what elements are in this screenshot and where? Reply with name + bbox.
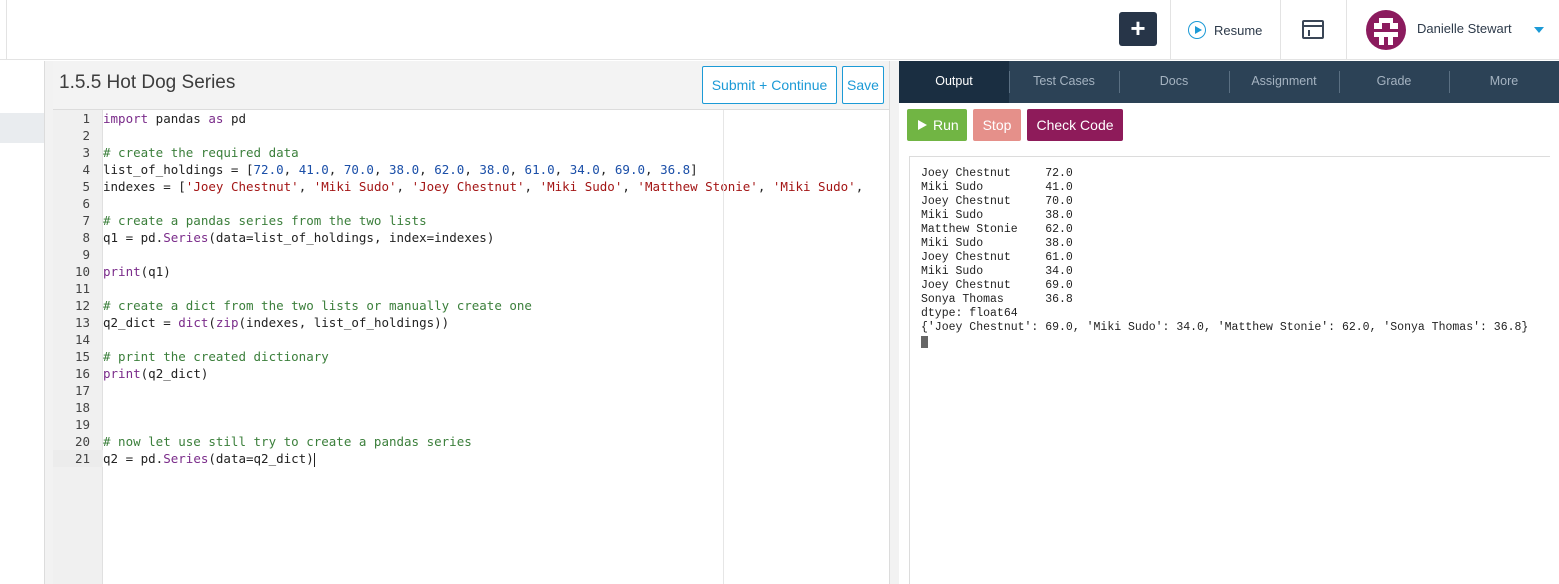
top-bar-divider bbox=[6, 0, 7, 60]
code-line[interactable]: import pandas as pd bbox=[103, 110, 246, 127]
line-number: 2 bbox=[82, 128, 90, 143]
user-name[interactable]: Danielle Stewart bbox=[1417, 21, 1512, 36]
line-number: 12 bbox=[74, 298, 90, 313]
code-line[interactable]: q2 = pd.Series(data=q2_dict) bbox=[103, 450, 315, 467]
play-icon bbox=[918, 120, 927, 130]
console-line: Miki Sudo 41.0 bbox=[921, 181, 1073, 194]
text-cursor bbox=[313, 452, 315, 467]
check-code-button[interactable]: Check Code bbox=[1027, 109, 1123, 141]
console-line: Joey Chestnut 70.0 bbox=[921, 195, 1073, 208]
line-number: 16 bbox=[74, 366, 90, 381]
output-console[interactable]: Joey Chestnut 72.0 Miki Sudo 41.0 Joey C… bbox=[909, 156, 1550, 584]
tab-output[interactable]: Output bbox=[899, 61, 1009, 103]
window-icon[interactable] bbox=[1302, 20, 1324, 39]
add-button[interactable]: + bbox=[1119, 12, 1157, 46]
line-number: 9 bbox=[82, 247, 90, 262]
top-bar: + Resume Danielle Stewart bbox=[0, 0, 1559, 60]
console-line: Joey Chestnut 69.0 bbox=[921, 279, 1073, 292]
save-button[interactable]: Save bbox=[842, 66, 884, 104]
line-number: 14 bbox=[74, 332, 90, 347]
line-number: 8 bbox=[82, 230, 90, 245]
avatar[interactable] bbox=[1366, 10, 1406, 50]
tab-assignment[interactable]: Assignment bbox=[1229, 61, 1339, 103]
top-bar-separator bbox=[1346, 0, 1347, 60]
page-title: 1.5.5 Hot Dog Series bbox=[59, 72, 236, 93]
line-number: 18 bbox=[74, 400, 90, 415]
code-line[interactable]: print(q1) bbox=[103, 263, 171, 280]
stop-button[interactable]: Stop bbox=[973, 109, 1021, 141]
print-margin bbox=[723, 110, 724, 584]
tab-more[interactable]: More bbox=[1449, 61, 1559, 103]
code-line[interactable]: # create a dict from the two lists or ma… bbox=[103, 297, 532, 314]
line-number: 10 bbox=[74, 264, 90, 279]
play-circle-icon bbox=[1188, 21, 1206, 39]
tab-test-cases[interactable]: Test Cases bbox=[1009, 61, 1119, 103]
console-line: Joey Chestnut 61.0 bbox=[921, 251, 1073, 264]
code-line[interactable]: # now let use still try to create a pand… bbox=[103, 433, 472, 450]
resume-button[interactable]: Resume bbox=[1188, 20, 1262, 40]
line-number: 20 bbox=[74, 434, 90, 449]
code-line[interactable]: q1 = pd.Series(data=list_of_holdings, in… bbox=[103, 229, 494, 246]
editor-header: 1.5.5 Hot Dog Series Submit + Continue S… bbox=[53, 61, 889, 110]
console-line: Miki Sudo 34.0 bbox=[921, 265, 1073, 278]
console-line: Miki Sudo 38.0 bbox=[921, 237, 1073, 250]
code-line[interactable]: # create a pandas series from the two li… bbox=[103, 212, 427, 229]
code-line[interactable]: print(q2_dict) bbox=[103, 365, 208, 382]
sidebar-gap bbox=[45, 61, 53, 584]
tab-docs[interactable]: Docs bbox=[1119, 61, 1229, 103]
panel-divider[interactable] bbox=[889, 61, 899, 584]
line-number: 5 bbox=[82, 179, 90, 194]
line-number: 17 bbox=[74, 383, 90, 398]
line-number: 15 bbox=[74, 349, 90, 364]
code-line[interactable]: # create the required data bbox=[103, 144, 299, 161]
console-line: Sonya Thomas 36.8 bbox=[921, 293, 1073, 306]
line-number: 1 bbox=[82, 111, 90, 126]
top-bar-separator bbox=[1280, 0, 1281, 60]
run-label: Run bbox=[933, 117, 959, 133]
console-line: dtype: float64 bbox=[921, 307, 1018, 320]
code-line[interactable]: list_of_holdings = [72.0, 41.0, 70.0, 38… bbox=[103, 161, 698, 178]
console-line: Matthew Stonie 62.0 bbox=[921, 223, 1073, 236]
console-line: Joey Chestnut 72.0 bbox=[921, 167, 1073, 180]
sidebar-item-selected[interactable] bbox=[0, 113, 44, 143]
console-cursor bbox=[921, 336, 928, 348]
chevron-down-icon[interactable] bbox=[1534, 27, 1544, 33]
code-line[interactable]: # print the created dictionary bbox=[103, 348, 329, 365]
run-button[interactable]: Run bbox=[907, 109, 967, 141]
line-number: 19 bbox=[74, 417, 90, 432]
line-number: 4 bbox=[82, 162, 90, 177]
tab-grade[interactable]: Grade bbox=[1339, 61, 1449, 103]
submit-continue-button[interactable]: Submit + Continue bbox=[702, 66, 837, 104]
line-number: 13 bbox=[74, 315, 90, 330]
code-editor[interactable]: import pandas as pd # create the require… bbox=[103, 110, 889, 584]
resume-label: Resume bbox=[1214, 22, 1263, 38]
line-number: 3 bbox=[82, 145, 90, 160]
code-line[interactable]: q2_dict = dict(zip(indexes, list_of_hold… bbox=[103, 314, 449, 331]
console-line: Miki Sudo 38.0 bbox=[921, 209, 1073, 222]
code-line[interactable]: indexes = ['Joey Chestnut', 'Miki Sudo',… bbox=[103, 178, 863, 195]
output-tab-bar: Output Test Cases Docs Assignment Grade … bbox=[899, 61, 1559, 103]
line-number: 21 bbox=[74, 451, 90, 466]
top-bar-separator bbox=[1170, 0, 1171, 60]
line-number: 6 bbox=[82, 196, 90, 211]
console-line: {'Joey Chestnut': 69.0, 'Miki Sudo': 34.… bbox=[921, 321, 1529, 334]
line-number: 7 bbox=[82, 213, 90, 228]
line-number: 11 bbox=[74, 281, 90, 296]
left-sidebar bbox=[0, 61, 45, 584]
